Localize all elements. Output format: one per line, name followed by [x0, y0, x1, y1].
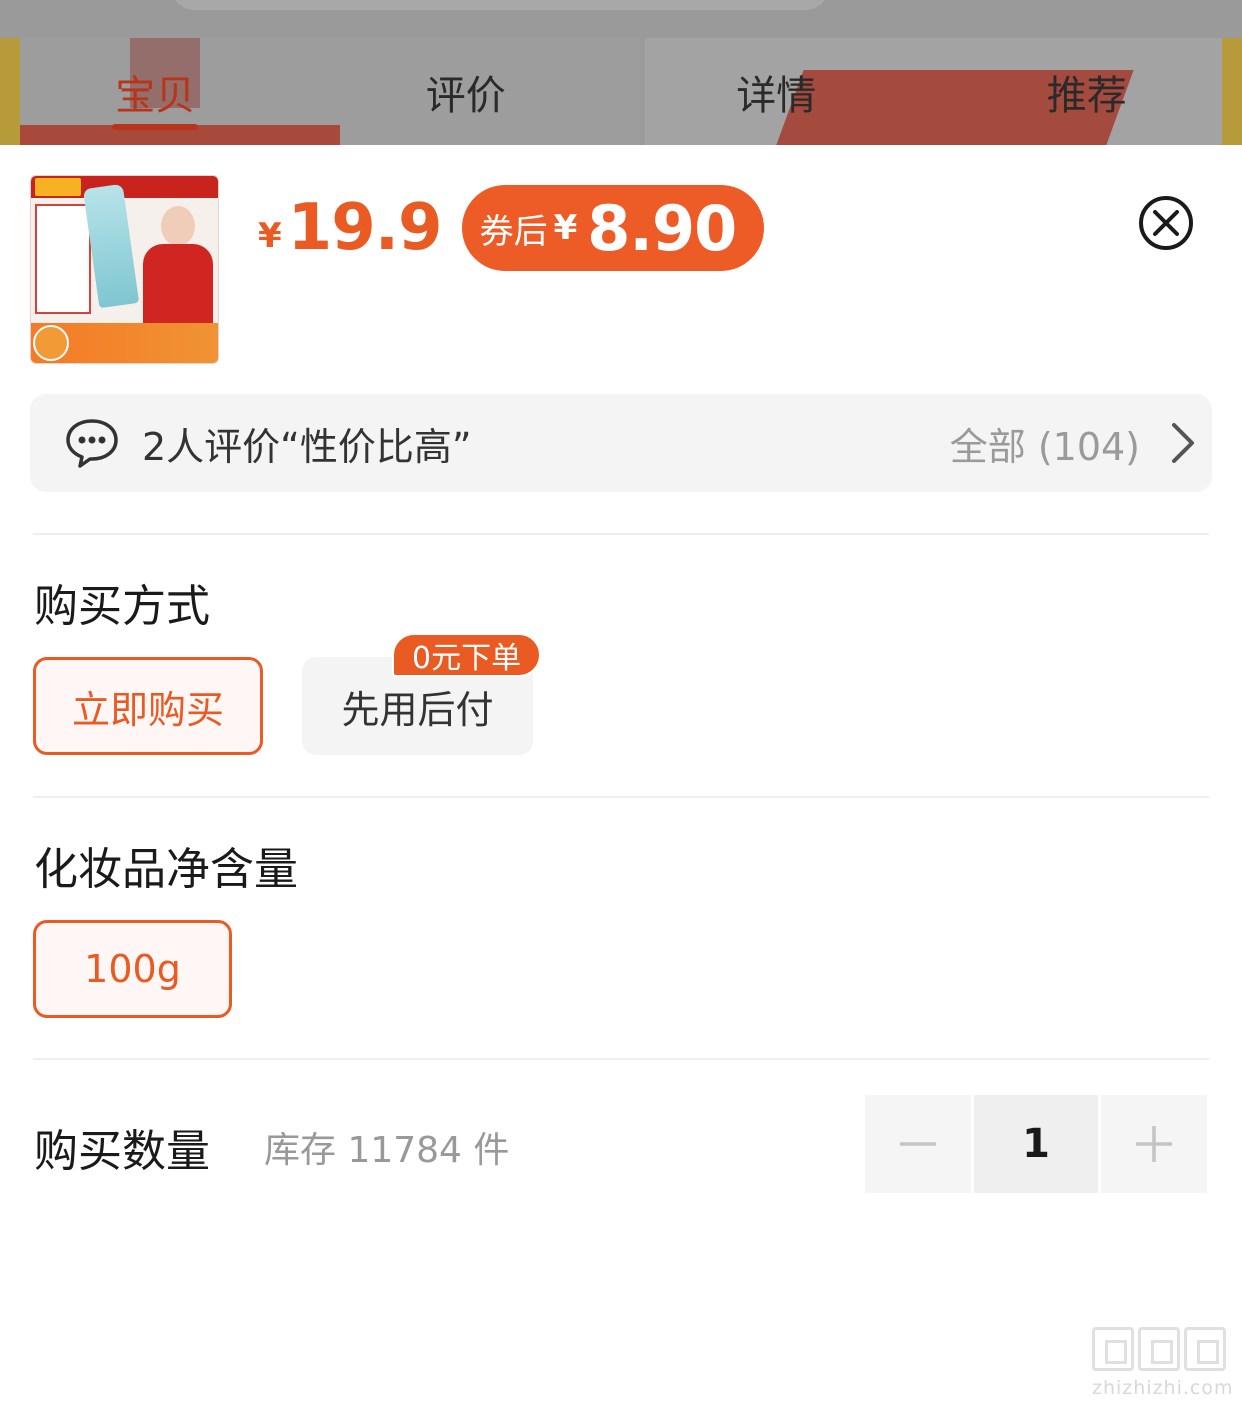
divider: [33, 533, 1209, 535]
tab-reviews[interactable]: 评价: [311, 38, 622, 145]
stock-count: 库存 11784 件: [264, 1130, 510, 1171]
tab-details[interactable]: 详情: [621, 38, 932, 145]
price-currency: ¥: [258, 216, 282, 256]
thumb-product-tube: [82, 183, 140, 309]
option-label: 100g: [84, 947, 181, 991]
thumb-model-body: [143, 244, 213, 330]
tab-recommend[interactable]: 推荐: [932, 38, 1242, 145]
chevron-right-icon: [1172, 423, 1194, 463]
coupon-price-pill: 券后 ¥ 8.90: [461, 185, 765, 271]
thumb-model-head: [161, 206, 195, 246]
top-nav-tabs: 宝贝 评价 详情 推荐: [0, 38, 1242, 145]
coupon-currency: ¥: [553, 208, 578, 248]
product-thumbnail[interactable]: [30, 175, 219, 364]
thumb-product-box: [35, 204, 91, 314]
quantity-stepper: 1: [865, 1095, 1209, 1193]
review-summary-text: 2人评价“性价比高”: [142, 424, 472, 469]
tab-label: 评价: [425, 72, 506, 119]
coupon-label: 券后: [479, 211, 548, 252]
tab-label: 详情: [736, 72, 817, 119]
thumb-model: [141, 206, 213, 330]
watermark-glyph: [1138, 1327, 1180, 1371]
decrement-button[interactable]: [865, 1095, 971, 1193]
close-icon: [1153, 210, 1179, 236]
close-button[interactable]: [1139, 196, 1193, 250]
thumb-lowest-price-badge: [33, 325, 69, 361]
price-value: 19.9: [287, 191, 443, 265]
divider: [33, 1058, 1209, 1060]
minus-icon: [900, 1142, 936, 1146]
review-summary-bar[interactable]: 2人评价“性价比高” 全部 (104): [30, 394, 1212, 492]
option-buy-now[interactable]: 立即购买: [33, 657, 263, 755]
sku-selector-sheet: ¥ 19.9 券后 ¥ 8.90 2人评价“性价比高” 全部 (104) 购买方…: [0, 145, 1242, 1407]
tab-label: 推荐: [1046, 72, 1127, 119]
background-page-overlay: 宝贝 评价 详情 推荐: [0, 0, 1242, 145]
watermark-glyph: [1092, 1327, 1134, 1371]
all-reviews-link[interactable]: 全部 (104): [950, 416, 1140, 471]
zero-down-tag: 0元下单: [392, 633, 542, 677]
tab-label: 宝贝: [115, 72, 196, 119]
plus-icon: [1136, 1126, 1172, 1162]
option-label: 立即购买: [71, 687, 224, 732]
quantity-title: 购买数量: [34, 1126, 210, 1177]
increment-button[interactable]: [1101, 1095, 1207, 1193]
net-volume-title: 化妆品净含量: [34, 844, 298, 895]
watermark-logo: [1092, 1327, 1232, 1371]
tab-item[interactable]: 宝贝: [0, 38, 311, 145]
divider: [33, 796, 1209, 798]
watermark-glyph: [1184, 1327, 1226, 1371]
quantity-value[interactable]: 1: [974, 1095, 1098, 1193]
site-watermark: zhizhizhi.com: [1092, 1327, 1234, 1399]
price-row: ¥ 19.9 券后 ¥ 8.90: [258, 185, 765, 271]
option-label: 先用后付: [341, 687, 494, 732]
coupon-price: 8.90: [587, 191, 737, 265]
search-bar-remnant: [170, 0, 830, 10]
option-100g[interactable]: 100g: [33, 920, 232, 1018]
chat-bubble-icon: [66, 419, 118, 468]
tab-active-indicator: [112, 124, 199, 130]
thumb-banner-label: [35, 178, 81, 196]
watermark-text: zhizhizhi.com: [1092, 1377, 1234, 1399]
purchase-method-title: 购买方式: [34, 581, 210, 632]
